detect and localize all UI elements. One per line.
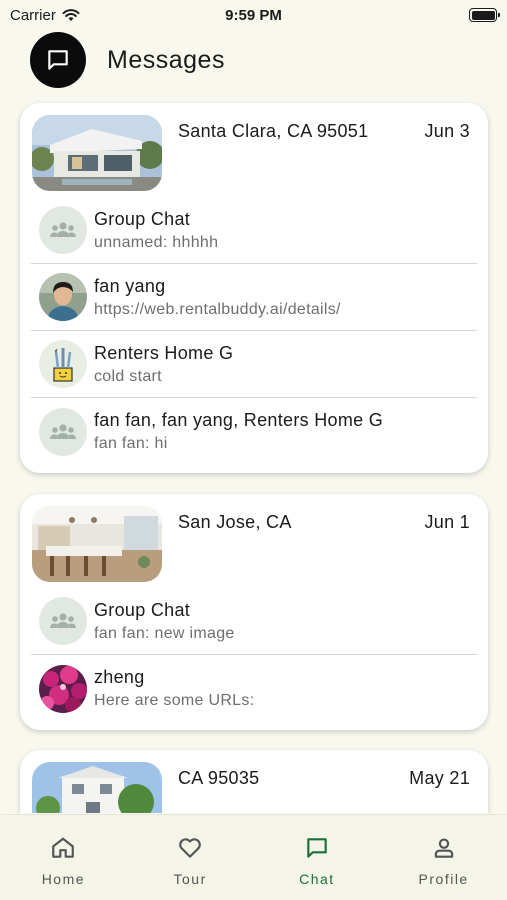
property-photo	[32, 506, 162, 582]
chat-row[interactable]: fan fan, fan yang, Renters Home G fan fa…	[31, 398, 477, 465]
thread-date: Jun 3	[424, 121, 470, 141]
chat-row-text: fan yang https://web.rentalbuddy.ai/deta…	[94, 276, 341, 319]
carrier-label: Carrier	[10, 6, 56, 24]
tab-home[interactable]: Home	[8, 835, 118, 887]
tab-label: Profile	[418, 871, 469, 887]
property-photo	[32, 762, 162, 813]
person-icon	[434, 838, 453, 858]
chat-preview: https://web.rentalbuddy.ai/details/	[94, 300, 341, 318]
chat-preview: cold start	[94, 367, 162, 385]
cactus-pot-icon	[39, 340, 87, 388]
chat-name: Group Chat	[94, 599, 191, 620]
chat-name: fan yang	[94, 275, 166, 296]
chat-name: Renters Home G	[94, 342, 234, 363]
chat-bubble-icon	[307, 838, 327, 858]
page-title: Messages	[107, 45, 225, 74]
chat-row-text: fan fan, fan yang, Renters Home G fan fa…	[94, 410, 383, 453]
chat-row-text: Group Chat unnamed: hhhhh	[94, 209, 218, 252]
chat-preview: fan fan: hi	[94, 435, 168, 452]
chat-name: zheng	[94, 667, 145, 687]
status-left: Carrier	[10, 7, 80, 24]
property-thread-card[interactable]: Santa Clara, CA 95051 Jun 3 Group Chat u…	[20, 103, 488, 473]
chat-name: Group Chat	[94, 208, 191, 229]
property-location: CA 95035	[178, 768, 260, 788]
bottom-tab-bar: Home Tour Chat Profile	[0, 814, 507, 900]
tab-label: Home	[41, 871, 86, 887]
chat-row[interactable]: Group Chat unnamed: hhhhh	[31, 197, 477, 264]
property-location: San Jose, CA	[178, 512, 292, 532]
property-thread-card[interactable]: CA 95035 May 21	[20, 750, 488, 813]
tab-tour[interactable]: Tour	[135, 835, 245, 887]
group-icon	[39, 597, 87, 645]
chat-preview: fan fan: new image	[94, 624, 235, 642]
group-icon	[39, 407, 87, 456]
tab-label: Tour	[173, 871, 207, 887]
thread-date: May 21	[409, 768, 470, 788]
page-header: Messages	[30, 31, 225, 89]
property-header[interactable]: San Jose, CA Jun 1	[32, 506, 476, 582]
property-header[interactable]: Santa Clara, CA 95051 Jun 3	[32, 115, 476, 191]
chat-row[interactable]: zheng Here are some URLs:	[31, 655, 477, 722]
group-icon	[39, 206, 87, 254]
property-header[interactable]: CA 95035 May 21	[32, 762, 476, 813]
tab-profile[interactable]: Profile	[389, 835, 499, 887]
chat-preview: unnamed: hhhhh	[94, 233, 219, 251]
thread-list[interactable]: Santa Clara, CA 95051 Jun 3 Group Chat u…	[0, 100, 507, 813]
property-location: Santa Clara, CA 95051	[178, 121, 369, 141]
heart-icon	[179, 838, 201, 858]
chat-row[interactable]: fan yang https://web.rentalbuddy.ai/deta…	[31, 264, 477, 331]
chat-preview: Here are some URLs:	[94, 692, 255, 709]
chat-bubble-icon[interactable]	[30, 32, 86, 88]
chat-name: fan fan, fan yang, Renters Home G	[94, 410, 384, 430]
property-photo	[32, 115, 162, 191]
battery-icon	[469, 8, 500, 22]
chat-row[interactable]: Group Chat fan fan: new image	[31, 588, 477, 655]
user-avatar	[39, 664, 87, 713]
tab-chat[interactable]: Chat	[262, 835, 372, 887]
home-icon	[52, 837, 75, 858]
status-bar: Carrier 9:59 PM	[0, 0, 507, 30]
wifi-icon	[62, 9, 80, 21]
chat-row-text: Renters Home G cold start	[94, 343, 233, 386]
tab-label: Chat	[299, 871, 335, 887]
user-avatar	[39, 273, 87, 321]
chat-row[interactable]: Renters Home G cold start	[31, 331, 477, 398]
chat-row-text: Group Chat fan fan: new image	[94, 600, 235, 643]
property-thread-card[interactable]: San Jose, CA Jun 1 Group Chat fan fan: n…	[20, 494, 488, 730]
chat-row-text: zheng Here are some URLs:	[94, 667, 254, 710]
thread-date: Jun 1	[424, 512, 470, 532]
